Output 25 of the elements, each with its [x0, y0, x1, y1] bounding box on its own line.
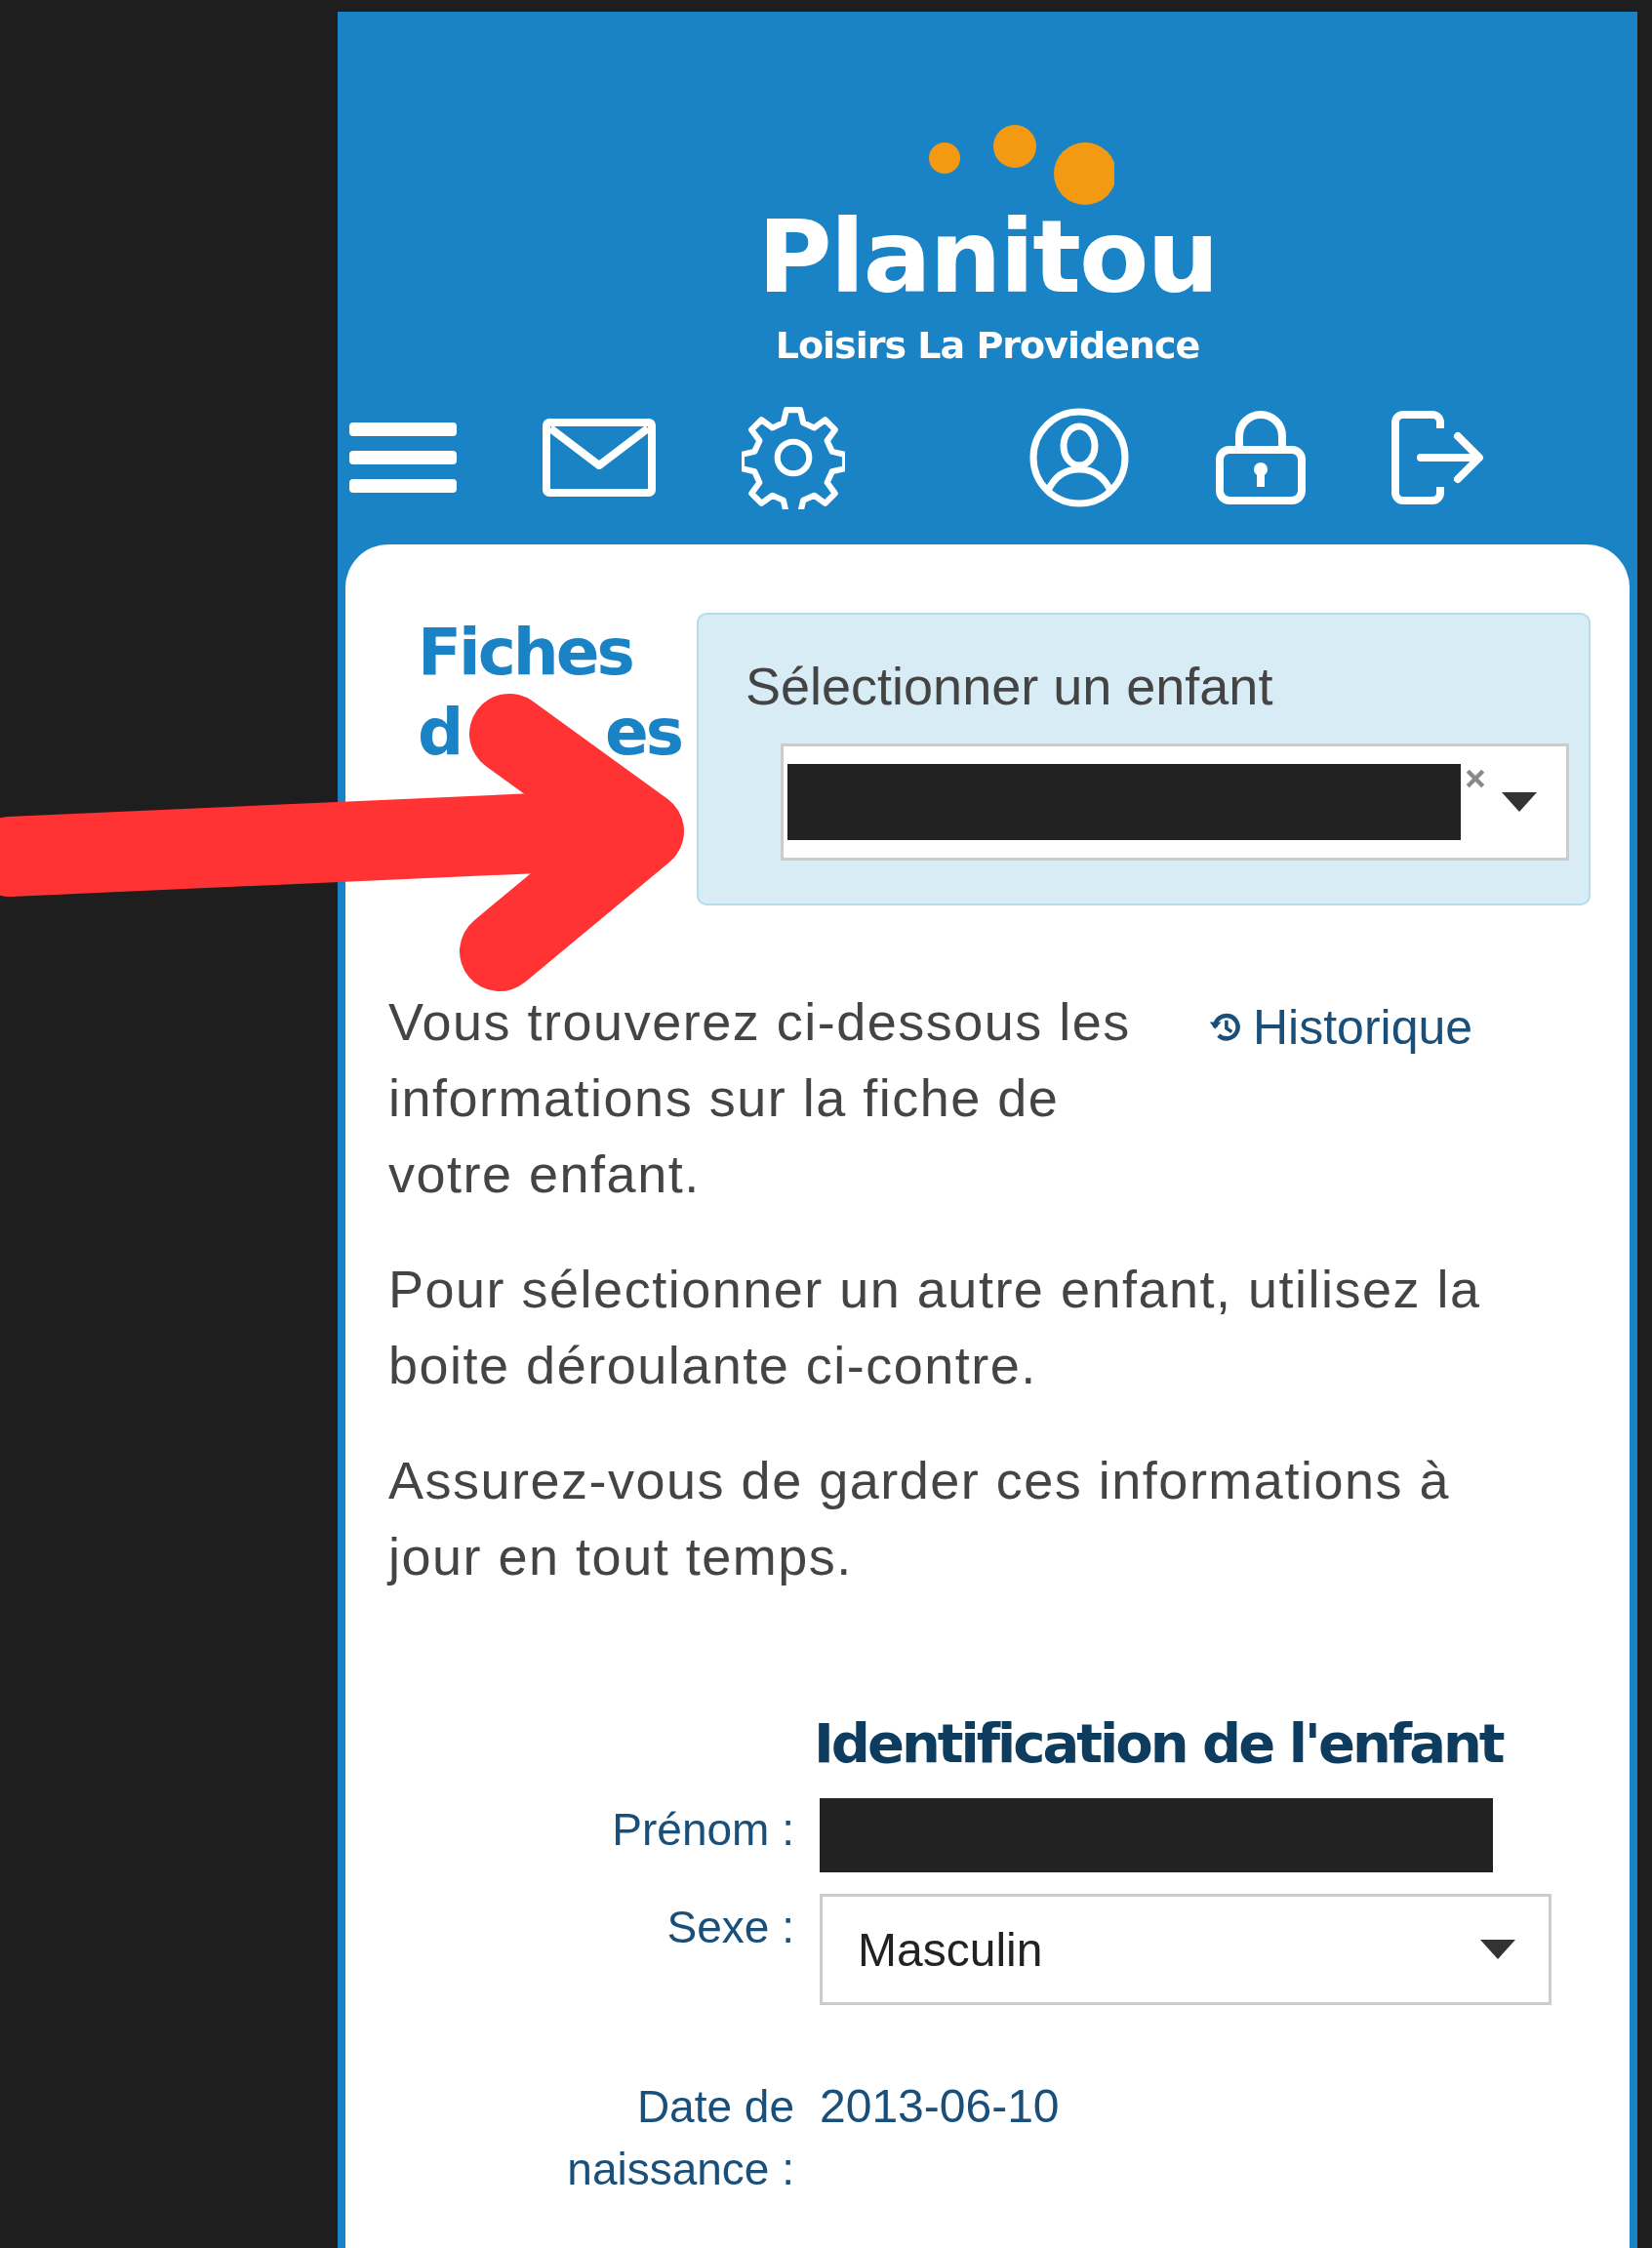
settings-icon[interactable]: [742, 406, 845, 509]
intro-paragraph: Vous trouverez ci-dessous les informations sur la fiche de votre enfant.: [388, 991, 1132, 1205]
info-paragraph: Pour sélectionner un autre enfant, utilisez la boite déroulante ci-contre.: [387, 1259, 1482, 1396]
field-label: Prénom :: [611, 1803, 794, 1857]
mail-icon[interactable]: [543, 419, 656, 497]
caret-icon: [1480, 1940, 1515, 1959]
logo-text: Planitou: [757, 203, 1218, 310]
field-value: 2013-06-10: [820, 2079, 1060, 2134]
caret-icon: [1502, 792, 1537, 812]
sex-select[interactable]: Masculin: [820, 1894, 1551, 2005]
child-select-label: Sélectionner un enfant: [745, 656, 1274, 716]
logout-icon[interactable]: [1391, 411, 1485, 504]
page-title: d: [418, 694, 462, 772]
logo-subtitle: Loisirs La Providence: [775, 324, 1200, 367]
history-link[interactable]: Historique: [1208, 1003, 1473, 1052]
field-label: Date de naissance :: [566, 2080, 794, 2196]
child-select[interactable]: [781, 743, 1569, 861]
account-icon[interactable]: [1028, 407, 1130, 508]
field-label: Sexe :: [665, 1901, 794, 1954]
page-title: Fiches: [418, 614, 633, 692]
clear-icon[interactable]: [1465, 768, 1486, 789]
info-paragraph: Assurez-vous de garder ces informations à jour en tout temps.: [385, 1450, 1451, 1587]
section-heading: Identification de l'enfant: [814, 1711, 1505, 1775]
page-title: es: [604, 694, 681, 772]
lock-icon[interactable]: [1216, 411, 1306, 504]
